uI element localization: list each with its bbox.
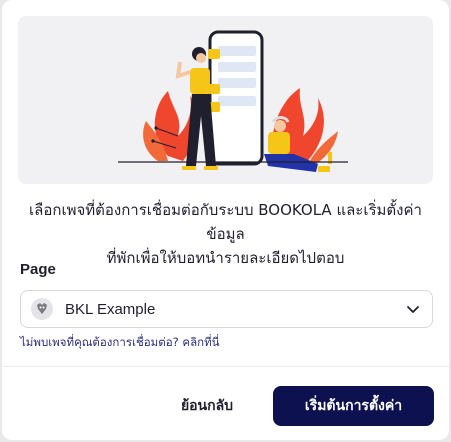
bkl-logo-icon xyxy=(31,298,53,320)
start-setup-button[interactable]: เริ่มต้นการตั้งค่า xyxy=(273,386,434,426)
onboarding-illustration xyxy=(18,16,433,184)
page-select[interactable]: BKL Example xyxy=(20,290,433,328)
back-button[interactable]: ย้อนกลับ xyxy=(152,386,262,426)
page-field-label: Page xyxy=(20,261,56,278)
page-select-value: BKL Example xyxy=(65,300,156,318)
description-line-1: เลือกเพจที่ต้องการเชื่อมต่อกับระบบ BOOKO… xyxy=(29,201,422,243)
description-text: เลือกเพจที่ต้องการเชื่อมต่อกับระบบ BOOKO… xyxy=(20,198,431,270)
footer-divider xyxy=(2,366,449,367)
page-not-found-link[interactable]: ไม่พบเพจที่คุณต้องการเชื่อมต่อ? คลิกที่น… xyxy=(20,334,220,352)
connect-page-modal: เลือกเพจที่ต้องการเชื่อมต่อกับระบบ BOOKO… xyxy=(2,0,449,440)
description-line-2: ที่พักเพื่อให้บอทนำรายละเอียดไปตอบ xyxy=(106,249,345,267)
chevron-down-icon[interactable] xyxy=(406,302,420,316)
illustration-graphic xyxy=(118,30,348,172)
